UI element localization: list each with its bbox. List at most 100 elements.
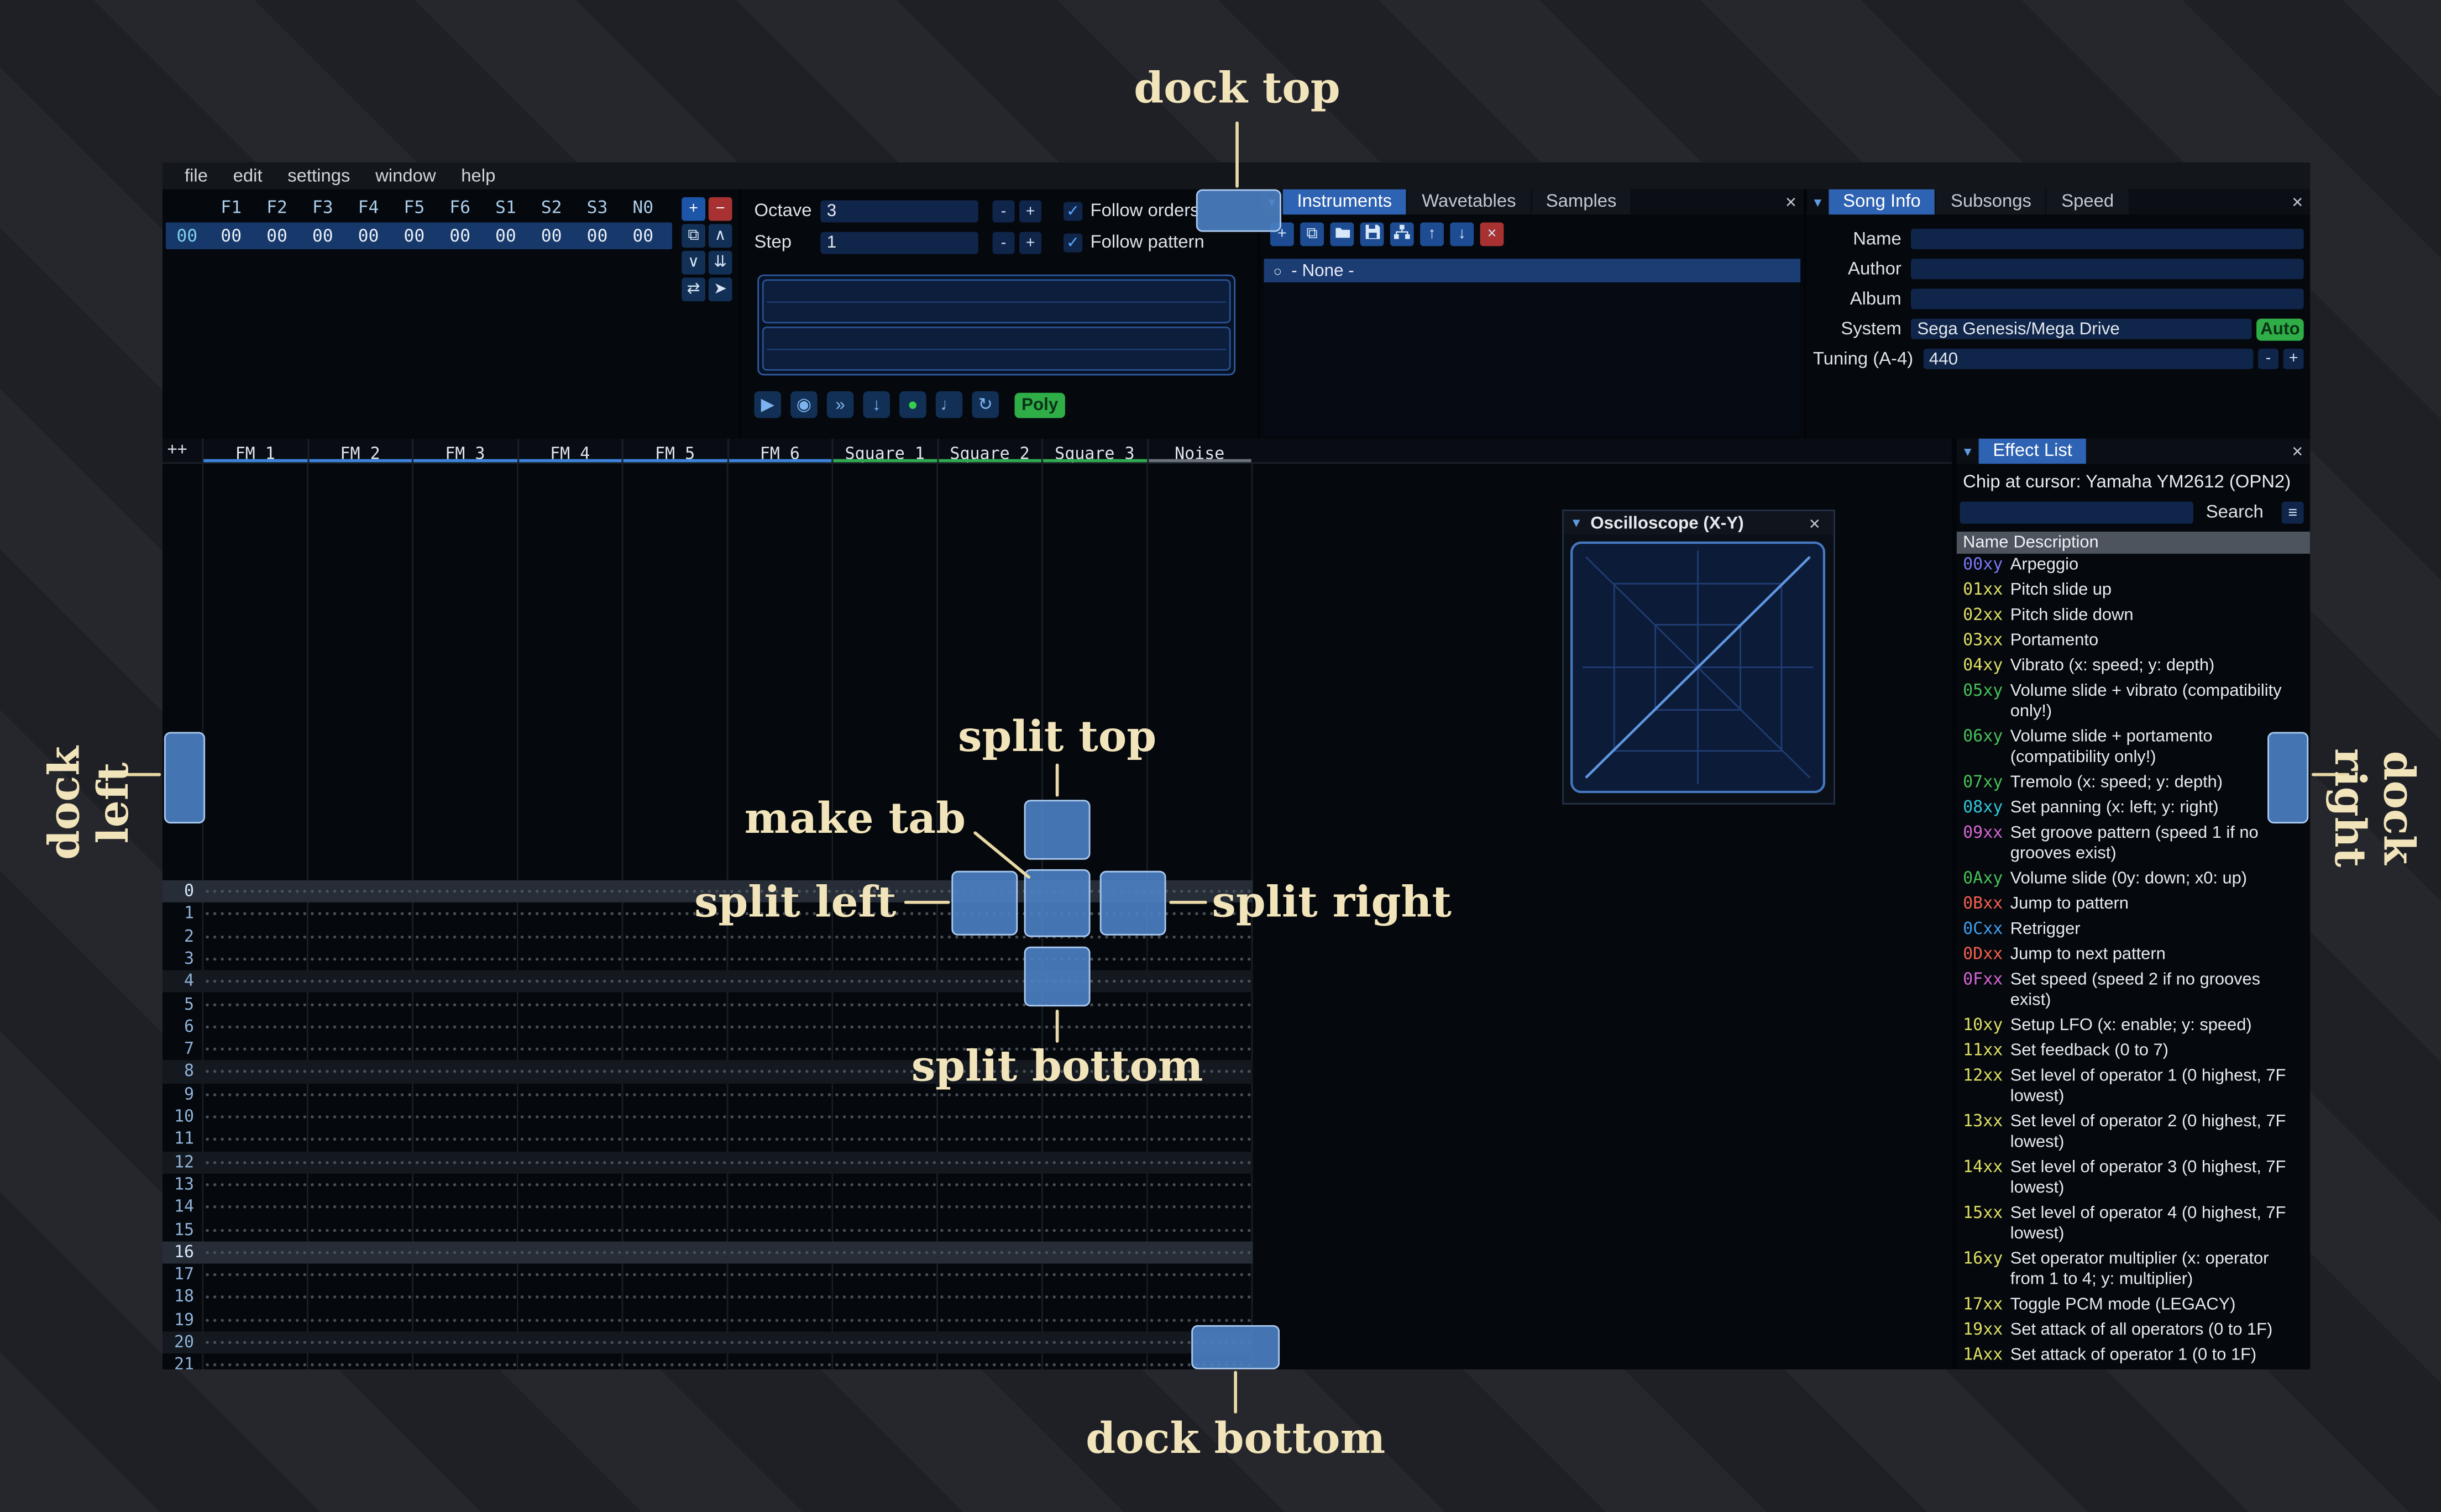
tab-samples[interactable]: Samples: [1532, 189, 1631, 215]
step-increase-button[interactable]: +: [1019, 232, 1042, 254]
close-icon[interactable]: ×: [2285, 439, 2310, 464]
tab-effect-list[interactable]: Effect List: [1978, 438, 2087, 464]
pattern-row[interactable]: [202, 970, 1253, 993]
menu-item-settings[interactable]: settings: [275, 166, 363, 185]
instrument-duplicate-button[interactable]: ⧉: [1300, 222, 1324, 246]
channel-header-fm-3[interactable]: FM 3: [412, 438, 517, 464]
order-cell[interactable]: 00: [437, 225, 483, 246]
order-row-index[interactable]: 00: [166, 225, 208, 246]
dock-bottom-target[interactable]: [1191, 1325, 1280, 1369]
channel-header-fm-1[interactable]: FM 1: [202, 438, 307, 464]
play-pattern-button[interactable]: ◉: [790, 391, 818, 418]
instrument-move-up-button[interactable]: ↑: [1420, 222, 1444, 246]
follow-orders-checkbox[interactable]: ✓: [1064, 202, 1083, 221]
order-cell[interactable]: 00: [345, 225, 391, 246]
system-input[interactable]: Sega Genesis/Mega Drive: [1910, 318, 2252, 339]
pattern-row[interactable]: [202, 1286, 1253, 1309]
tab-subsongs[interactable]: Subsongs: [1936, 189, 2046, 215]
order-deep-clone-button[interactable]: ⇊: [708, 250, 732, 275]
order-cell[interactable]: 00: [620, 225, 666, 246]
menu-item-file[interactable]: file: [172, 166, 221, 185]
step-input[interactable]: 1: [820, 232, 978, 254]
pattern-row[interactable]: [202, 1263, 1253, 1287]
tuning-decrease-button[interactable]: -: [2257, 348, 2279, 369]
order-cell[interactable]: 00: [528, 225, 574, 246]
song-author-input[interactable]: [1910, 259, 2304, 280]
order-remove-button[interactable]: −: [708, 197, 732, 221]
tuning-input[interactable]: 440: [1923, 348, 2254, 369]
instrument-list-item[interactable]: ○ - None -: [1264, 259, 1801, 282]
tuning-increase-button[interactable]: +: [2283, 348, 2304, 369]
channel-header-fm-6[interactable]: FM 6: [726, 438, 832, 464]
pattern-row[interactable]: [202, 1354, 1253, 1369]
order-cell[interactable]: 00: [208, 225, 254, 246]
pattern-row[interactable]: [202, 1331, 1253, 1355]
metronome-button[interactable]: ♩: [935, 391, 963, 418]
repeat-pattern-button[interactable]: ↻: [972, 391, 999, 418]
effect-search-input[interactable]: [1960, 501, 2193, 524]
order-move-up-button[interactable]: ∧: [708, 224, 732, 248]
channel-header-fm-5[interactable]: FM 5: [621, 438, 727, 464]
order-add-button[interactable]: +: [682, 197, 706, 221]
tab-instruments[interactable]: Instruments: [1282, 189, 1406, 215]
close-icon[interactable]: ×: [2285, 190, 2310, 215]
pattern-row[interactable]: [202, 1196, 1253, 1219]
pattern-row[interactable]: [202, 993, 1253, 1016]
pattern-row[interactable]: [202, 1151, 1253, 1174]
tab-wavetables[interactable]: Wavetables: [1407, 189, 1531, 215]
pattern-row[interactable]: [202, 1015, 1253, 1038]
order-move-down-button[interactable]: ∨: [682, 250, 706, 275]
dock-top-target[interactable]: [1196, 189, 1281, 232]
auto-system-button[interactable]: Auto: [2256, 318, 2304, 340]
order-cell[interactable]: 00: [574, 225, 620, 246]
dock-right-target[interactable]: [2267, 732, 2309, 824]
song-name-input[interactable]: [1910, 228, 2304, 250]
play-button[interactable]: ▶: [754, 391, 782, 418]
octave-input[interactable]: 3: [820, 200, 978, 223]
poly-toggle-button[interactable]: Poly: [1014, 392, 1065, 418]
song-album-input[interactable]: [1910, 288, 2304, 309]
channel-header-noise[interactable]: Noise: [1146, 438, 1251, 464]
order-edit-mode-button[interactable]: ➤: [708, 277, 732, 302]
instrument-save-button[interactable]: [1360, 222, 1384, 246]
pattern-row[interactable]: [202, 1309, 1253, 1332]
channel-header-square-3[interactable]: Square 3: [1041, 438, 1146, 464]
order-cell[interactable]: 00: [483, 225, 529, 246]
order-change-all-button[interactable]: ⇄: [682, 277, 706, 302]
hamburger-icon[interactable]: ≡: [2281, 501, 2304, 524]
step-decrease-button[interactable]: -: [992, 232, 1015, 254]
pattern-row[interactable]: [202, 1241, 1253, 1264]
dock-left-target[interactable]: [164, 732, 206, 824]
orders-current-row[interactable]: 00 00 00 00 00 00 00 00 00 00 00: [165, 222, 673, 250]
tab-song-info[interactable]: Song Info: [1829, 189, 1935, 215]
channel-header-square-2[interactable]: Square 2: [936, 438, 1042, 464]
split-top-target[interactable]: [1024, 800, 1091, 860]
split-bottom-target[interactable]: [1024, 946, 1091, 1007]
menu-item-edit[interactable]: edit: [221, 166, 275, 185]
tab-speed[interactable]: Speed: [2047, 189, 2128, 215]
oscilloscope-title-bar[interactable]: ▼ Oscilloscope (X-Y) ×: [1563, 511, 1834, 535]
channel-header-fm-4[interactable]: FM 4: [516, 438, 622, 464]
order-cell[interactable]: 00: [254, 225, 300, 246]
edit-toggle-button[interactable]: ●: [899, 391, 926, 418]
split-right-target[interactable]: [1099, 870, 1166, 936]
octave-decrease-button[interactable]: -: [992, 200, 1015, 223]
pattern-row[interactable]: [202, 1173, 1253, 1196]
expand-channels-button[interactable]: ++: [163, 439, 202, 463]
instrument-open-button[interactable]: [1330, 222, 1354, 246]
octave-increase-button[interactable]: +: [1019, 200, 1042, 223]
step-row-button[interactable]: ↓: [863, 391, 890, 418]
pattern-row[interactable]: [202, 948, 1253, 971]
instrument-folder-view-button[interactable]: [1390, 222, 1414, 246]
order-cell[interactable]: 00: [300, 225, 345, 246]
menu-item-help[interactable]: help: [448, 166, 508, 185]
channel-header-fm-2[interactable]: FM 2: [307, 438, 412, 464]
make-tab-target[interactable]: [1024, 869, 1091, 937]
instrument-delete-button[interactable]: ×: [1480, 222, 1504, 246]
collapse-icon[interactable]: ▼: [1570, 516, 1583, 530]
order-cell[interactable]: 00: [391, 225, 437, 246]
pattern-row[interactable]: [202, 1106, 1253, 1128]
close-icon[interactable]: ×: [1802, 512, 1827, 534]
panel-menu-icon[interactable]: ▼: [1807, 190, 1829, 215]
close-icon[interactable]: ×: [1778, 190, 1804, 215]
